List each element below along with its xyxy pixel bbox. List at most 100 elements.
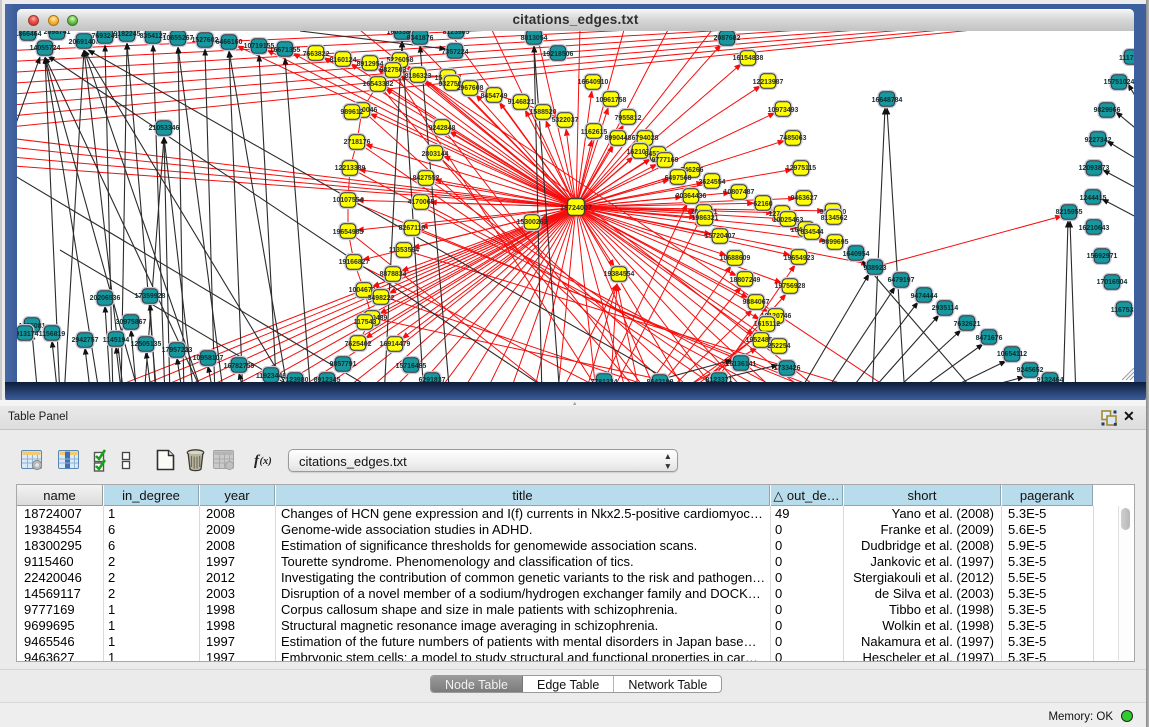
svg-text:834544: 834544: [801, 229, 824, 236]
svg-text:9146821: 9146821: [508, 99, 535, 106]
svg-text:8642190: 8642190: [647, 379, 674, 382]
svg-text:8215955: 8215955: [1056, 209, 1083, 216]
svg-text:16782759: 16782759: [224, 363, 255, 370]
svg-text:14055724: 14055724: [30, 45, 61, 52]
svg-text:3498222: 3498222: [368, 295, 395, 302]
svg-text:12213987: 12213987: [753, 79, 784, 86]
svg-text:10973493: 10973493: [768, 107, 799, 114]
svg-text:1986321: 1986321: [692, 215, 719, 222]
svg-text:8912345: 8912345: [314, 377, 341, 382]
svg-text:4170065: 4170065: [408, 199, 435, 206]
svg-text:2803144: 2803144: [422, 151, 449, 158]
svg-text:2935114: 2935114: [932, 305, 959, 312]
svg-text:3913174: 3913174: [17, 331, 39, 338]
svg-text:938923: 938923: [864, 265, 887, 272]
svg-text:15692971: 15692971: [1087, 253, 1118, 260]
svg-text:16543382: 16543382: [363, 81, 394, 88]
svg-text:8186323: 8186323: [405, 73, 432, 80]
svg-text:2098741: 2098741: [44, 31, 71, 36]
svg-text:20691406: 20691406: [69, 39, 100, 46]
svg-text:18807249: 18807249: [730, 277, 761, 284]
svg-text:20364436: 20364436: [676, 193, 707, 200]
svg-text:16914479: 16914479: [380, 341, 411, 348]
svg-text:9182245: 9182245: [114, 31, 141, 38]
svg-text:12213389: 12213389: [335, 165, 366, 172]
svg-text:1733426: 1733426: [774, 365, 801, 372]
svg-text:989612: 989612: [341, 109, 364, 116]
svg-text:9463627: 9463627: [791, 195, 818, 202]
svg-text:19756928: 19756928: [775, 283, 806, 290]
svg-text:9777169: 9777169: [652, 157, 679, 164]
svg-text:7625402: 7625402: [345, 341, 372, 348]
svg-text:5322037: 5322037: [552, 117, 579, 124]
svg-text:7485063: 7485063: [780, 135, 807, 142]
svg-text:1615112: 1615112: [754, 321, 781, 328]
svg-text:9341876: 9341876: [407, 35, 434, 42]
svg-text:252254: 252254: [768, 343, 791, 350]
svg-text:16640910: 16640910: [578, 79, 609, 86]
svg-text:9857791: 9857791: [330, 361, 357, 368]
svg-text:1866464: 1866464: [17, 31, 42, 38]
svg-text:30975867: 30975867: [116, 319, 147, 326]
svg-text:8160124: 8160124: [330, 57, 357, 64]
svg-text:9227342: 9227342: [1085, 137, 1112, 144]
svg-text:6466160: 6466160: [216, 39, 243, 46]
svg-text:9245652: 9245652: [1017, 367, 1044, 374]
svg-text:3624554: 3624554: [699, 179, 726, 186]
svg-text:8878834: 8878834: [380, 271, 407, 278]
svg-text:19654923: 19654923: [784, 255, 815, 262]
svg-text:8813054: 8813054: [521, 35, 548, 42]
svg-text:9242848: 9242848: [429, 125, 456, 132]
svg-text:16671355: 16671355: [270, 47, 301, 54]
svg-text:17957223: 17957223: [162, 347, 193, 354]
svg-text:15720407: 15720407: [705, 233, 736, 240]
svg-text:1640954: 1640954: [843, 251, 870, 258]
svg-text:8123371: 8123371: [706, 377, 733, 382]
svg-text:62160: 62160: [753, 201, 772, 208]
svg-text:2718176: 2718176: [344, 139, 371, 146]
svg-text:19384554: 19384554: [604, 271, 635, 278]
svg-text:10688609: 10688609: [720, 255, 751, 262]
svg-text:12975115: 12975115: [786, 165, 816, 172]
svg-text:6291837: 6291837: [419, 377, 446, 382]
svg-text:8454749: 8454749: [481, 93, 508, 100]
svg-text:12093873: 12093873: [1079, 165, 1110, 172]
svg-text:1162615: 1162615: [581, 129, 608, 136]
svg-text:2942757: 2942757: [72, 337, 99, 344]
svg-text:10654112: 10654112: [997, 351, 1027, 358]
svg-text:7632621: 7632621: [954, 321, 981, 328]
svg-text:6497568: 6497568: [665, 175, 692, 182]
svg-text:1527602: 1527602: [192, 37, 219, 44]
svg-text:15751024: 15751024: [1104, 79, 1134, 86]
svg-text:8990448: 8990448: [605, 135, 632, 142]
svg-text:18724007: 18724007: [560, 203, 592, 212]
svg-text:2087682: 2087682: [714, 35, 741, 42]
svg-text:15716485: 15716485: [396, 363, 427, 370]
svg-text:9827503: 9827503: [380, 67, 407, 74]
svg-text:(x): (x): [260, 456, 272, 467]
svg-text:17359928: 17359928: [135, 293, 166, 300]
svg-text:10107554: 10107554: [333, 197, 364, 204]
svg-text:7781234: 7781234: [591, 379, 618, 382]
svg-text:10025463: 10025463: [773, 217, 804, 224]
svg-text:117543: 117543: [354, 319, 377, 326]
svg-text:16154838: 16154838: [733, 55, 764, 62]
svg-text:8123905: 8123905: [443, 31, 470, 36]
svg-text:1156819: 1156819: [39, 331, 66, 338]
svg-text:9899695: 9899695: [822, 239, 849, 246]
svg-text:7955812: 7955812: [615, 115, 642, 122]
svg-text:8427552: 8427552: [413, 175, 440, 182]
svg-text:19654985: 19654985: [333, 229, 364, 236]
svg-text:19166827: 19166827: [339, 259, 370, 266]
svg-text:10958107: 10958107: [193, 355, 224, 362]
svg-text:1167533: 1167533: [1111, 307, 1134, 314]
svg-text:2967608: 2967608: [457, 85, 484, 92]
svg-text:21053346: 21053346: [149, 125, 180, 132]
svg-text:9829966: 9829966: [1094, 107, 1121, 114]
svg-text:1588520: 1588520: [530, 109, 557, 116]
svg-text:7123980: 7123980: [282, 377, 309, 382]
svg-text:15136141: 15136141: [726, 361, 757, 368]
svg-text:10961758: 10961758: [596, 97, 627, 104]
svg-text:6794028: 6794028: [632, 135, 659, 142]
svg-text:8134562: 8134562: [821, 215, 848, 222]
